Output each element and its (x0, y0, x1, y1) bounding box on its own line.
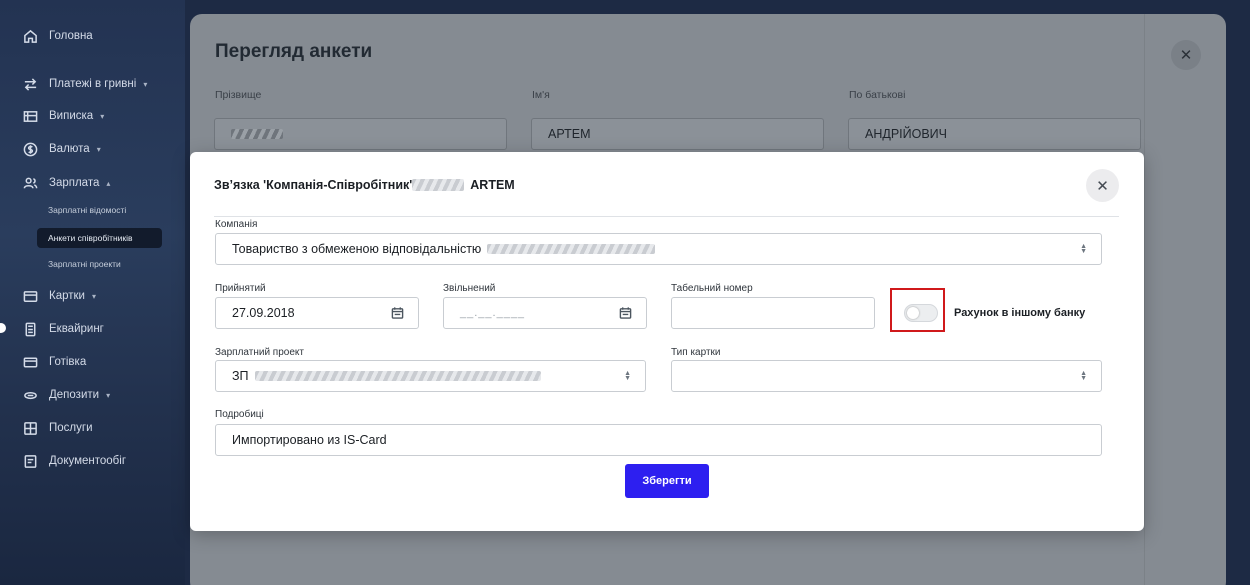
sidebar-item-home[interactable]: Головна (22, 26, 93, 46)
sidebar-item-label: Зарплата (49, 177, 100, 189)
fired-date-placeholder: __.__.____ (460, 307, 526, 319)
fired-label: Звільнений (443, 283, 496, 294)
sidebar-item-label: Еквайринг (49, 323, 104, 335)
salary-project-value: ЗП (232, 369, 249, 383)
details-input[interactable]: Импортировано из IS-Card (215, 424, 1102, 456)
chevron-down-icon: ▾ (96, 144, 101, 154)
sidebar-item-documents[interactable]: Документообіг (22, 451, 126, 471)
chevron-down-icon: ▾ (100, 111, 105, 121)
sidebar-item-label: Депозити (49, 389, 100, 401)
hired-label: Прийнятий (215, 283, 266, 294)
sidebar-item-label: Платежі в гривні (49, 78, 137, 90)
redacted-block (487, 244, 656, 254)
sidebar: Головна Платежі в гривні ▾ Виписка ▾ Вал… (0, 0, 185, 585)
sidebar-item-payments[interactable]: Платежі в гривні ▾ (22, 74, 147, 94)
name-label: Ім'я (532, 89, 550, 101)
close-icon[interactable]: ✕ (1086, 169, 1119, 202)
cash-icon (22, 354, 38, 370)
cursor-dot (0, 323, 6, 333)
sidebar-item-label: Картки (49, 290, 85, 302)
dialog-title: Зв’язка 'Компанія-Співробітник' ARTEM (214, 178, 515, 192)
other-bank-label: Рахунок в іншому банку (954, 307, 1086, 319)
sidebar-item-label: Послуги (49, 422, 93, 434)
sidebar-subitem-salary-projects[interactable]: Зарплатні проекти (48, 256, 121, 272)
deposit-icon (22, 387, 38, 403)
name-field[interactable]: АРТЕМ (531, 118, 824, 150)
sidebar-item-cash[interactable]: Готівка (22, 352, 86, 372)
transfer-icon (22, 76, 38, 92)
redacted-block (412, 179, 465, 191)
hired-date-input[interactable]: 27.09.2018 (215, 297, 419, 329)
fired-date-input[interactable]: __.__.____ (443, 297, 647, 329)
other-bank-toggle[interactable] (904, 304, 938, 322)
company-label: Компанія (215, 219, 258, 230)
sidebar-item-label: Готівка (49, 356, 87, 368)
terminal-icon (22, 321, 38, 337)
card-icon (22, 288, 38, 304)
sidebar-item-label: Валюта (49, 143, 90, 155)
dialog-title-prefix: Зв’язка 'Компанія-Співробітник' (214, 178, 413, 192)
sidebar-item-currency[interactable]: Валюта ▾ (22, 139, 101, 159)
redacted-block (254, 371, 541, 381)
sidebar-subitem-salary-sheets[interactable]: Зарплатні відомості (48, 202, 126, 218)
salary-project-label: Зарплатний проект (215, 347, 304, 358)
currency-icon (22, 141, 38, 157)
patronymic-label: По батькові (849, 89, 906, 101)
chevron-up-icon: ▴ (106, 178, 111, 188)
surname-label: Прізвище (215, 89, 262, 101)
select-arrows-icon: ▲ ▼ (1080, 370, 1087, 382)
select-arrows-icon: ▲ ▼ (1080, 243, 1087, 255)
toggle-knob (907, 307, 919, 319)
people-icon (22, 175, 38, 191)
divider (214, 216, 1119, 217)
surname-field[interactable] (214, 118, 507, 150)
link-company-employee-dialog: Зв’язка 'Компанія-Співробітник' ARTEM ✕ … (190, 152, 1144, 531)
home-icon (22, 28, 38, 44)
sidebar-item-acquiring[interactable]: Еквайринг (22, 319, 104, 339)
sidebar-item-cards[interactable]: Картки ▾ (22, 286, 96, 306)
card-type-label: Тип картки (671, 347, 721, 358)
page-title: Перегляд анкети (215, 41, 373, 62)
sidebar-subitem-employee-forms[interactable]: Анкети співробітників (37, 228, 162, 248)
dialog-title-suffix: ARTEM (470, 178, 515, 192)
chevron-down-icon: ▾ (106, 390, 111, 400)
sidebar-item-label: Документообіг (49, 455, 127, 467)
calendar-icon[interactable] (391, 307, 404, 320)
chevron-down-icon: ▾ (143, 79, 148, 89)
sidebar-item-statement[interactable]: Виписка ▾ (22, 106, 104, 126)
divider (1144, 14, 1145, 585)
sidebar-item-services[interactable]: Послуги (22, 418, 93, 438)
hired-date-value: 27.09.2018 (232, 306, 295, 320)
company-select[interactable]: Товариство з обмеженою відповідальністю … (215, 233, 1102, 265)
sidebar-item-deposits[interactable]: Депозити ▾ (22, 385, 110, 405)
sidebar-item-label: Виписка (49, 110, 94, 122)
salary-project-select[interactable]: ЗП ▲ ▼ (215, 360, 646, 392)
calendar-icon[interactable] (619, 307, 632, 320)
redacted-block (231, 129, 283, 139)
sidebar-item-salary[interactable]: Зарплата ▴ (22, 173, 110, 193)
chevron-down-icon: ▾ (91, 291, 96, 301)
select-arrows-icon: ▲ ▼ (624, 370, 631, 382)
statement-icon (22, 108, 38, 124)
save-button[interactable]: Зберегти (625, 464, 709, 498)
details-label: Подробиці (215, 409, 264, 420)
patronymic-field[interactable]: АНДРІЙОВИЧ (848, 118, 1141, 150)
document-icon (22, 453, 38, 469)
company-value: Товариство з обмеженою відповідальністю (232, 242, 482, 256)
highlight-frame (890, 288, 945, 332)
tab-number-label: Табельний номер (671, 283, 753, 294)
close-icon[interactable]: ✕ (1171, 40, 1201, 70)
card-type-select[interactable]: ▲ ▼ (671, 360, 1102, 392)
sidebar-item-label: Головна (49, 30, 93, 42)
tab-number-input[interactable] (671, 297, 875, 329)
services-icon (22, 420, 38, 436)
